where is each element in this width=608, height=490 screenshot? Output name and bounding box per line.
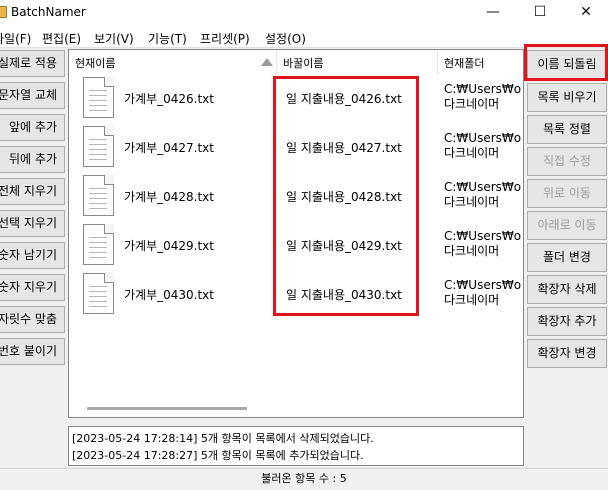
folder-cell: C:₩Users₩o 다크네이머 <box>444 180 522 209</box>
sort-ascending-icon <box>261 58 273 66</box>
text-file-icon <box>83 175 114 216</box>
add-extension-button[interactable]: 확장자 추가 <box>527 307 607 336</box>
menu-settings[interactable]: 설정(O) <box>265 30 306 47</box>
column-header-new[interactable]: 바꿀이름 <box>283 55 323 71</box>
column-header-folder[interactable]: 현재폴더 <box>444 55 484 71</box>
log-entry: [2023-05-24 17:28:14] 5개 항목이 목록에서 삭제되었습니… <box>72 432 374 445</box>
current-name-cell: 가계부_0426.txt <box>124 92 214 106</box>
app-icon <box>0 6 7 18</box>
column-separator[interactable] <box>437 50 438 74</box>
change-folder-button[interactable]: 폴더 변경 <box>527 243 607 272</box>
menu-file[interactable]: 파일(F) <box>0 30 31 47</box>
text-file-icon <box>83 126 114 167</box>
add-numbering-button[interactable]: 번호 붙이기 <box>0 338 65 365</box>
apply-button[interactable]: 실제로 적용 <box>0 50 65 77</box>
pad-digits-button[interactable]: 자릿수 맞춤 <box>0 306 65 333</box>
title-bar: BatchNamer — ☐ ✕ <box>0 0 608 26</box>
clear-list-button[interactable]: 목록 비우기 <box>527 83 607 112</box>
menu-edit[interactable]: 편집(E) <box>42 30 81 47</box>
folder-cell: C:₩Users₩o 다크네이머 <box>444 278 522 307</box>
text-file-icon <box>83 77 114 118</box>
column-header-current[interactable]: 현재이름 <box>75 55 115 71</box>
text-file-icon <box>83 273 114 314</box>
clear-selected-button[interactable]: 선택 지우기 <box>0 210 65 237</box>
sort-list-button[interactable]: 목록 정렬 <box>527 115 607 144</box>
list-header: 현재이름 바꿀이름 현재폴더 <box>69 50 523 74</box>
restore-button-highlight-box <box>524 44 608 81</box>
remove-numbers-button[interactable]: 숫자 지우기 <box>0 274 65 301</box>
window-title: BatchNamer <box>11 5 86 19</box>
column-separator[interactable] <box>276 50 277 74</box>
replace-string-button[interactable]: 문자열 교체 <box>0 82 65 109</box>
minimize-button[interactable]: — <box>470 0 516 26</box>
current-name-cell: 가계부_0427.txt <box>124 141 214 155</box>
move-up-button[interactable]: 위로 이동 <box>527 179 607 208</box>
horizontal-scrollbar[interactable] <box>87 407 247 410</box>
change-extension-button[interactable]: 확장자 변경 <box>527 339 607 368</box>
current-name-cell: 가계부_0430.txt <box>124 288 214 302</box>
remove-extension-button[interactable]: 확장자 삭제 <box>527 275 607 304</box>
menu-presets[interactable]: 프리셋(P) <box>200 30 250 47</box>
menu-bar: 파일(F) 편집(E) 보기(V) 기능(T) 프리셋(P) 설정(O) <box>0 26 608 48</box>
new-name-highlight-box <box>273 76 419 316</box>
keep-numbers-button[interactable]: 숫자 남기기 <box>0 242 65 269</box>
folder-cell: C:₩Users₩o 다크네이머 <box>444 229 522 258</box>
menu-view[interactable]: 보기(V) <box>94 30 134 47</box>
add-suffix-button[interactable]: 뒤에 추가 <box>0 146 65 173</box>
maximize-button[interactable]: ☐ <box>517 0 563 26</box>
menu-tools[interactable]: 기능(T) <box>148 30 187 47</box>
text-file-icon <box>83 224 114 265</box>
log-panel[interactable]: [2023-05-24 17:28:14] 5개 항목이 목록에서 삭제되었습니… <box>68 426 524 466</box>
clear-all-button[interactable]: 전체 지우기 <box>0 178 65 205</box>
add-prefix-button[interactable]: 앞에 추가 <box>0 114 65 141</box>
move-down-button[interactable]: 아래로 이동 <box>527 211 607 240</box>
folder-cell: C:₩Users₩o 다크네이머 <box>444 131 522 160</box>
status-bar-count: 불러온 항목 수 : 5 <box>261 472 347 485</box>
folder-cell: C:₩Users₩o 다크네이머 <box>444 82 522 111</box>
close-button[interactable]: ✕ <box>563 0 608 26</box>
current-name-cell: 가계부_0428.txt <box>124 190 214 204</box>
edit-directly-button[interactable]: 직접 수정 <box>527 147 607 176</box>
log-entry: [2023-05-24 17:28:27] 5개 항목이 목록에 추가되었습니다… <box>72 449 364 462</box>
current-name-cell: 가계부_0429.txt <box>124 239 214 253</box>
